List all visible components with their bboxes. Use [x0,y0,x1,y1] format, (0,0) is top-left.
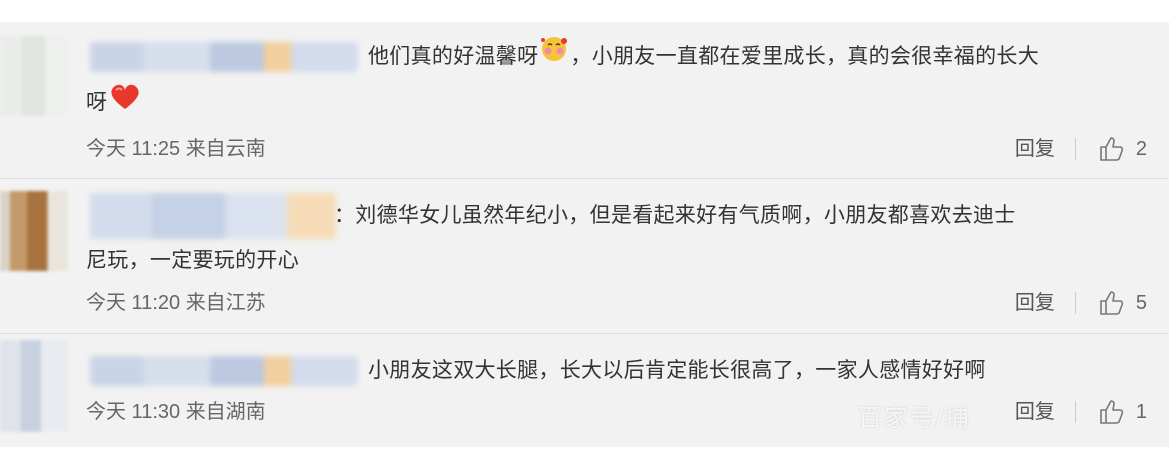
avatar[interactable] [0,191,68,271]
like-count: 1 [1135,401,1147,423]
divider [0,333,1169,334]
avatar[interactable] [0,36,68,116]
reply-button[interactable]: 回复 [1015,289,1055,317]
comment-time: 今天 11:25 [86,138,181,160]
comment-location: 来自云南 [185,138,266,160]
comment-actions: 回复 2 [1015,135,1147,163]
thumbs-up-icon[interactable] [1098,290,1126,316]
divider [1074,401,1076,423]
comment-meta: 今天 11:20 来自江苏 [86,289,266,317]
heart-emoji [107,81,143,127]
comment-actions: 回复 1 [1015,398,1147,426]
avatar[interactable] [0,340,68,432]
watermark: 百家号/捕 [858,405,971,432]
comment-time: 今天 11:20 [86,292,181,314]
comment-meta: 今天 11:30 来自湖南 [86,398,266,426]
comment-text: 他们真的好温馨呀 ，小朋友一直都在爱里成长，真的会很幸福的长大 呀 [86,34,1146,127]
like-count: 2 [1135,138,1147,160]
divider [1074,138,1076,160]
comment-text: 小朋友这双大长腿，长大以后肯定能长很高了，一家人感情好好啊 [368,359,986,382]
reply-button[interactable]: 回复 [1015,135,1055,163]
divider [1074,292,1076,314]
comment-meta: 今天 11:25 来自云南 [86,135,266,163]
reply-button[interactable]: 回复 [1015,398,1055,426]
thumbs-up-icon[interactable] [1098,136,1126,162]
comment-actions: 回复 5 [1015,289,1147,317]
like-count: 5 [1135,292,1147,314]
divider [0,178,1169,179]
comment-text: ：刘德华女儿虽然年纪小，但是看起来好有气质啊，小朋友都喜欢去迪士 尼玩，一定要玩… [86,204,1016,272]
comment-location: 来自江苏 [185,292,266,314]
comment-time: 今天 11:30 [86,401,181,423]
comment-location: 来自湖南 [185,401,266,423]
blush-emoji [538,34,570,80]
thumbs-up-icon[interactable] [1098,399,1126,425]
